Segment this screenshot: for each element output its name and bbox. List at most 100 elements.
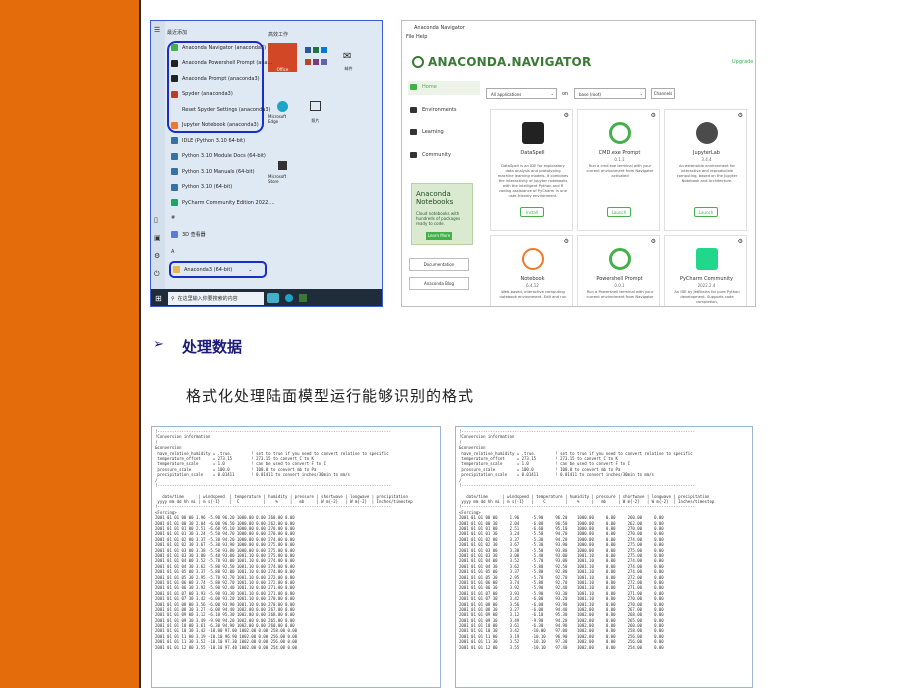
start-item-3d-viewer[interactable]: 3D 查看器 xyxy=(171,229,206,240)
jupyter-icon xyxy=(171,121,178,129)
notebooks-ad[interactable]: Anaconda Notebooks Cloud notebooks with … xyxy=(411,183,473,245)
environment-select[interactable]: base (root) ⌄ xyxy=(574,88,646,99)
upgrade-link[interactable]: Upgrade xyxy=(732,59,753,65)
app-card-description: Web-based, interactive computing noteboo… xyxy=(499,290,567,299)
app-card-action-button[interactable]: Launch xyxy=(694,207,718,217)
blank-icon xyxy=(171,106,178,113)
app-card: ⚙ Powershell Prompt 0.0.1 Run a Powershell … xyxy=(577,235,660,306)
channels-button[interactable]: Channels xyxy=(651,88,675,99)
cube-icon xyxy=(410,107,417,113)
window-title: Anaconda Navigator xyxy=(414,25,465,31)
sidebar-divider xyxy=(139,0,141,688)
anaconda-icon xyxy=(171,44,178,51)
start-item-label: Python 3.10 (64-bit) xyxy=(182,184,233,190)
start-item[interactable]: Spyder (anaconda3) xyxy=(171,89,233,100)
applications-filter-select[interactable]: All applications ⌄ xyxy=(486,88,557,99)
hamburger-icon[interactable]: ☰ xyxy=(154,27,162,34)
start-item[interactable]: Python 3.10 (64-bit) xyxy=(171,182,232,193)
nav-item-community[interactable]: Community xyxy=(410,152,451,158)
search-input[interactable]: ⚲ 在这里输入你要搜索的内容 xyxy=(168,292,264,305)
taskbar-edge-icon[interactable] xyxy=(285,294,293,302)
taskbar-app-icon[interactable] xyxy=(267,293,279,303)
start-item[interactable]: Python 3.10 Module Docs (64-bit) xyxy=(171,151,266,162)
gear-icon[interactable]: ⚙ xyxy=(651,112,656,119)
nav-item-environments[interactable]: Environments xyxy=(410,107,457,113)
book-icon xyxy=(410,129,417,135)
app-card-name: Notebook xyxy=(520,276,545,282)
home-icon xyxy=(410,84,417,90)
tile-apps[interactable] xyxy=(301,43,330,72)
file-line: 2001 01 01 12 00 3.55 -10.10 97.40 1002.… xyxy=(459,644,664,650)
start-item[interactable]: Jupyter Notebook (anaconda3) xyxy=(171,120,259,131)
onenote-icon xyxy=(313,59,319,65)
app-card-description: An IDE by JetBrains for pure Python deve… xyxy=(674,290,740,304)
document-icon[interactable]: ▯ xyxy=(154,217,162,224)
nav-item-learning[interactable]: Learning xyxy=(410,129,444,135)
forcing-file-raw: !---------------------------------------… xyxy=(151,426,441,688)
app-card-name: DataSpell xyxy=(520,150,545,156)
app-card-name: PyCharm Community xyxy=(679,276,734,282)
gear-icon[interactable]: ⚙ xyxy=(738,238,743,245)
store-icon xyxy=(278,161,287,170)
window-titlebar: Anaconda Navigator xyxy=(402,21,755,34)
tile-store[interactable]: Microsoft Store xyxy=(268,155,297,184)
app-card-action-button[interactable]: Install xyxy=(520,207,544,217)
mail-icon: ✉ xyxy=(343,51,352,62)
chevron-down-icon: ⌄ xyxy=(639,91,643,96)
tile-office[interactable]: Office xyxy=(268,43,297,72)
excel-icon xyxy=(313,47,319,53)
gear-icon[interactable]: ⚙ xyxy=(564,238,569,245)
jupyterlab-icon xyxy=(696,122,718,144)
windows-logo-icon[interactable]: ⊞ xyxy=(155,294,162,303)
start-item[interactable]: Reset Spyder Settings (anaconda3) xyxy=(171,104,270,115)
start-item[interactable]: Python 3.10 Manuals (64-bit) xyxy=(171,166,255,177)
anaconda-logo: ANACONDA.NAVIGATOR xyxy=(412,55,591,69)
start-menu-screenshot: ☰ ▯ ▣ ⚙ ⏻ 最近添加 # 3D 查看器 A Anaconda3 (64-… xyxy=(150,20,383,307)
learn-more-button[interactable]: Learn More xyxy=(426,232,452,240)
app-card-version: 0.1.1 xyxy=(614,157,625,162)
gear-icon[interactable]: ⚙ xyxy=(738,112,743,119)
start-item[interactable]: PyCharm Community Edition 2022.... xyxy=(171,197,275,208)
app-card-version: 2022.2.4 xyxy=(697,283,716,288)
nav-item-home[interactable]: Home xyxy=(410,84,437,90)
edge-icon xyxy=(277,101,288,112)
start-item-label: Anaconda Navigator (anaconda3) xyxy=(182,44,267,51)
start-item[interactable]: IDLE (Python 3.10 64-bit) xyxy=(171,135,245,146)
app-card-description: Run a cmd.exe terminal with your current… xyxy=(586,164,654,178)
app-card-name: Powershell Prompt xyxy=(596,276,643,282)
gear-icon[interactable]: ⚙ xyxy=(564,112,569,119)
start-item[interactable]: Anaconda Prompt (anaconda3) xyxy=(171,73,260,84)
app-card-name: CMD.exe Prompt xyxy=(598,150,641,156)
python-icon xyxy=(171,168,178,175)
menubar: File Help xyxy=(402,34,755,44)
tile-edge[interactable]: Microsoft Edge xyxy=(268,95,297,124)
cmd-icon xyxy=(609,122,631,144)
gear-icon[interactable]: ⚙ xyxy=(154,253,162,260)
search-icon: ⚲ xyxy=(171,295,175,302)
start-item[interactable]: Anaconda Powershell Prompt (ana... xyxy=(171,58,272,69)
menu-help[interactable]: Help xyxy=(416,34,427,40)
start-item-label: IDLE (Python 3.10 64-bit) xyxy=(182,137,246,144)
photos-icon xyxy=(310,101,321,111)
powerpoint-icon xyxy=(305,59,311,65)
blog-link[interactable]: Anaconda Blog xyxy=(409,277,469,290)
tile-photos[interactable]: 照片 xyxy=(301,95,330,124)
spyder-icon xyxy=(171,90,178,98)
start-item[interactable]: Anaconda Navigator (anaconda3) xyxy=(171,42,266,53)
app-card-description: Run a Powershell terminal with your curr… xyxy=(586,290,654,299)
menu-file[interactable]: File xyxy=(406,34,414,40)
app-card-description: DataSpell is an IDE for exploratory data… xyxy=(497,164,569,198)
gear-icon[interactable]: ⚙ xyxy=(651,238,656,245)
power-icon[interactable]: ⏻ xyxy=(154,271,162,278)
terminal-icon xyxy=(171,75,178,82)
start-item-label: Python 3.10 Manuals (64-bit) xyxy=(182,168,255,175)
image-icon[interactable]: ▣ xyxy=(154,235,162,242)
file-line: 2001 01 01 12 00 3.55 -10.10 97.40 1002.… xyxy=(155,644,298,650)
pycharm-icon xyxy=(696,248,718,270)
tile-mail[interactable]: ✉ 邮件 xyxy=(334,43,363,72)
forcing-file-formatted: !---------------------------------------… xyxy=(455,426,753,688)
taskbar-anaconda-icon[interactable] xyxy=(299,294,307,302)
app-card-action-button[interactable]: Launch xyxy=(607,207,631,217)
anaconda-ring-icon xyxy=(412,56,424,68)
documentation-link[interactable]: Documentation xyxy=(409,258,469,271)
